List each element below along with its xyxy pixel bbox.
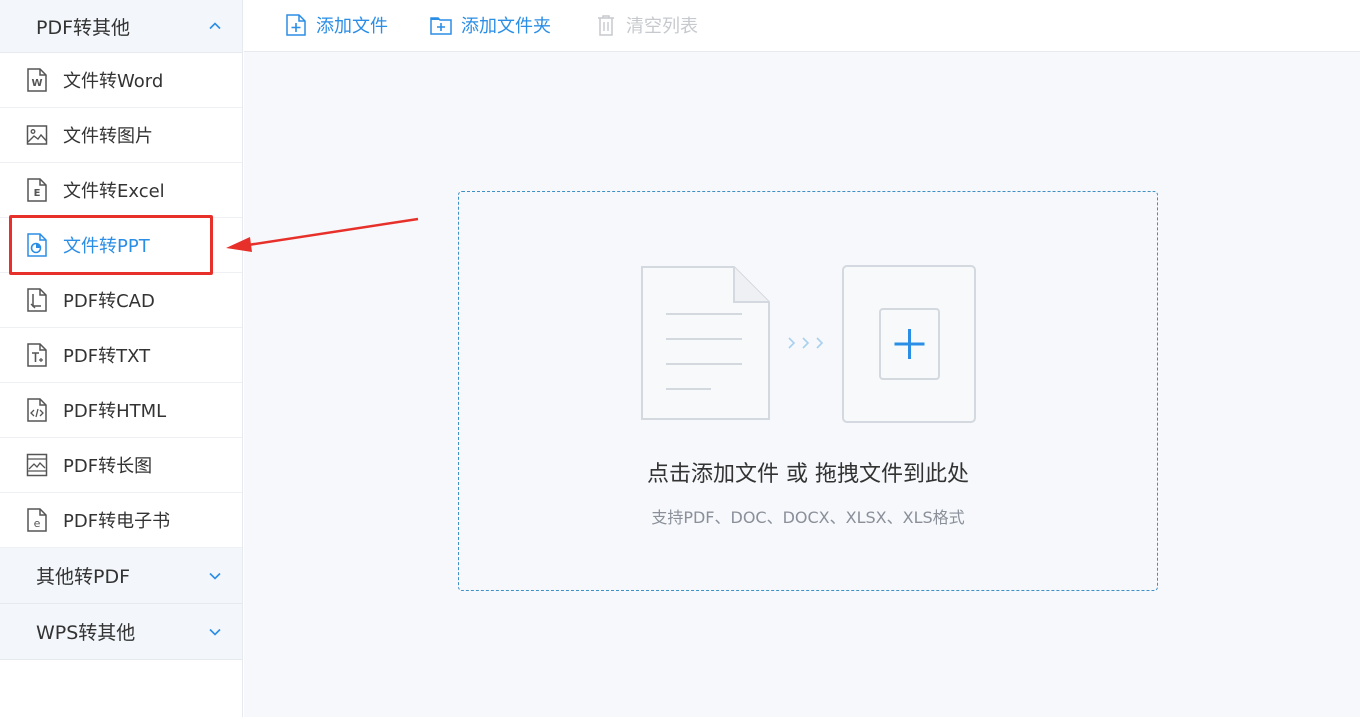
add-target-illustration-icon — [842, 265, 976, 423]
group-label: 其他转PDF — [36, 566, 131, 588]
group-label: WPS转其他 — [36, 622, 136, 644]
sidebar-item-word[interactable]: W 文件转Word — [0, 53, 242, 108]
txt-doc-icon — [27, 343, 47, 367]
ppt-doc-icon — [27, 233, 47, 257]
sidebar-item-label: PDF转TXT — [63, 346, 151, 367]
ebook-icon: e — [27, 508, 47, 532]
dropzone-title: 点击添加文件 或 拖拽文件到此处 — [647, 462, 969, 487]
chevron-down-icon — [209, 572, 221, 580]
dropzone-subtitle: 支持PDF、DOC、DOCX、XLSX、XLS格式 — [651, 508, 965, 527]
sidebar-item-label: 文件转PPT — [63, 236, 150, 257]
group-label: PDF转其他 — [36, 16, 131, 39]
sidebar-item-image[interactable]: 文件转图片 — [0, 108, 242, 163]
add-file-label: 添加文件 — [316, 16, 388, 37]
add-folder-icon — [430, 17, 452, 35]
excel-doc-icon: E — [27, 178, 47, 202]
html-doc-icon — [27, 398, 47, 422]
document-illustration-icon — [641, 266, 770, 420]
toolbar: 添加文件 添加文件夹 清空列表 — [244, 0, 1360, 52]
chevron-up-icon — [209, 22, 221, 30]
trash-icon — [598, 15, 614, 36]
clear-list-label: 清空列表 — [626, 16, 698, 37]
sidebar-item-label: PDF转HTML — [63, 401, 167, 422]
sidebar-item-label: PDF转长图 — [63, 456, 153, 477]
file-to-add-illustration — [641, 265, 976, 423]
sidebar-item-label: 文件转图片 — [63, 126, 153, 147]
image-icon — [26, 125, 48, 145]
sidebar-item-cad[interactable]: PDF转CAD — [0, 273, 242, 328]
file-dropzone[interactable]: 点击添加文件 或 拖拽文件到此处 支持PDF、DOC、DOCX、XLSX、XLS… — [458, 191, 1158, 591]
group-wps-to-other[interactable]: WPS转其他 — [0, 604, 242, 660]
svg-text:e: e — [34, 517, 41, 530]
cad-doc-icon — [27, 288, 47, 312]
add-file-icon — [286, 14, 306, 36]
add-folder-label: 添加文件夹 — [461, 16, 551, 37]
group-other-to-pdf[interactable]: 其他转PDF — [0, 548, 242, 604]
add-folder-button[interactable]: 添加文件夹 — [429, 10, 551, 40]
svg-text:W: W — [31, 78, 42, 89]
svg-text:E: E — [34, 188, 41, 199]
sidebar-item-label: 文件转Excel — [63, 181, 165, 202]
sidebar-item-ebook[interactable]: e PDF转电子书 — [0, 493, 242, 548]
add-file-button[interactable]: 添加文件 — [284, 10, 388, 40]
word-doc-icon: W — [27, 68, 47, 92]
main-area: 点击添加文件 或 拖拽文件到此处 支持PDF、DOC、DOCX、XLSX、XLS… — [244, 52, 1360, 717]
chevron-down-icon — [209, 628, 221, 636]
clear-list-button[interactable]: 清空列表 — [594, 10, 698, 40]
sidebar-item-label: PDF转CAD — [63, 291, 155, 312]
sidebar-item-excel[interactable]: E 文件转Excel — [0, 163, 242, 218]
long-image-icon — [26, 453, 48, 477]
sidebar-item-label: PDF转电子书 — [63, 511, 171, 532]
sidebar: PDF转其他 W 文件转Word 文件转图片 E 文件转Excel 文件转PPT… — [0, 0, 243, 717]
chevrons-right-icon — [788, 337, 824, 349]
sidebar-item-long-image[interactable]: PDF转长图 — [0, 438, 242, 493]
sidebar-item-html[interactable]: PDF转HTML — [0, 383, 242, 438]
sidebar-item-label: 文件转Word — [63, 71, 164, 92]
group-pdf-to-other[interactable]: PDF转其他 — [0, 0, 242, 53]
sidebar-item-ppt[interactable]: 文件转PPT — [0, 218, 242, 273]
sidebar-item-txt[interactable]: PDF转TXT — [0, 328, 242, 383]
